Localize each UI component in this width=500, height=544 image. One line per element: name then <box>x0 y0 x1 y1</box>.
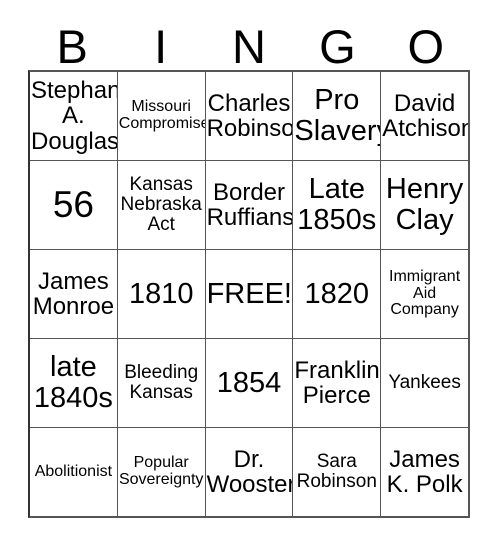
bingo-cell-label: Abolitionist <box>34 462 113 480</box>
bingo-cell-o5[interactable]: James K. Polk <box>381 428 468 516</box>
bingo-cell-g1[interactable]: Pro Slavery <box>293 72 382 160</box>
bingo-cell-b2[interactable]: 56 <box>30 161 118 249</box>
bingo-cell-n5[interactable]: Dr. Wooster <box>206 428 294 516</box>
bingo-cell-i3[interactable]: 1810 <box>118 250 206 338</box>
bingo-cell-o2[interactable]: Henry Clay <box>381 161 468 249</box>
bingo-header-letter-g: G <box>319 20 356 73</box>
bingo-cell-label: David Atchison <box>382 89 468 142</box>
bingo-row: late 1840s Bleeding Kansas 1854 Franklin… <box>30 339 468 428</box>
bingo-row: 56 Kansas Nebraska Act Border Ruffians L… <box>30 161 468 250</box>
bingo-cell-g5[interactable]: Sara Robinson <box>293 428 382 516</box>
bingo-cell-o4[interactable]: Yankees <box>381 339 468 427</box>
bingo-cell-b5[interactable]: Abolitionist <box>30 428 118 516</box>
bingo-row: Stephan A. Douglas Missouri Compromise C… <box>30 72 468 161</box>
bingo-cell-label: late 1840s <box>33 351 113 414</box>
bingo-header-letter-i: I <box>154 20 168 73</box>
bingo-card: B I N G O Stephan A. Douglas Missouri Co… <box>0 0 500 544</box>
bingo-row: Abolitionist Popular Sovereignty Dr. Woo… <box>30 428 468 516</box>
bingo-cell-label: James K. Polk <box>386 445 463 498</box>
bingo-cell-i4[interactable]: Bleeding Kansas <box>118 339 206 427</box>
bingo-cell-label: Dr. Wooster <box>206 445 294 498</box>
bingo-header: B I N G O <box>28 14 470 70</box>
bingo-cell-i5[interactable]: Popular Sovereignty <box>118 428 206 516</box>
bingo-header-letter-o: O <box>407 20 445 73</box>
bingo-cell-b4[interactable]: late 1840s <box>30 339 118 427</box>
bingo-cell-o1[interactable]: David Atchison <box>381 72 468 160</box>
bingo-cell-label: 1820 <box>304 277 370 310</box>
bingo-cell-label: Missouri Compromise <box>118 98 206 132</box>
bingo-cell-label: Henry Clay <box>385 173 464 236</box>
bingo-cell-g2[interactable]: Late 1850s <box>293 161 382 249</box>
bingo-cell-free-space[interactable]: FREE! <box>206 250 294 338</box>
bingo-cell-i1[interactable]: Missouri Compromise <box>118 72 206 160</box>
bingo-cell-n4[interactable]: 1854 <box>206 339 294 427</box>
bingo-cell-label: Border Ruffians <box>206 178 294 231</box>
bingo-cell-label: Kansas Nebraska Act <box>120 173 202 236</box>
bingo-cell-o3[interactable]: Immigrant Aid Company <box>381 250 468 338</box>
bingo-grid: Stephan A. Douglas Missouri Compromise C… <box>28 70 470 518</box>
bingo-cell-label: Immigrant Aid Company <box>389 267 461 319</box>
bingo-cell-label: Franklin Pierce <box>294 356 380 409</box>
bingo-cell-label: Pro Slavery <box>294 84 380 147</box>
bingo-cell-label: Popular Sovereignty <box>118 454 204 488</box>
bingo-cell-g4[interactable]: Franklin Pierce <box>293 339 382 427</box>
bingo-cell-label: Charles Robinson <box>206 89 294 142</box>
bingo-header-letter-n: N <box>232 20 266 73</box>
bingo-free-space-label: FREE! <box>206 277 292 310</box>
bingo-cell-label: Late 1850s <box>297 173 377 236</box>
bingo-cell-g3[interactable]: 1820 <box>293 250 382 338</box>
bingo-cell-b3[interactable]: James Monroe <box>30 250 118 338</box>
bingo-cell-label: Stephan A. Douglas <box>31 76 118 155</box>
bingo-cell-label: 1810 <box>128 277 194 310</box>
bingo-cell-label: Sara Robinson <box>296 450 377 492</box>
bingo-cell-label: Yankees <box>388 371 461 393</box>
bingo-cell-label: 1854 <box>216 366 282 399</box>
bingo-cell-label: James Monroe <box>32 267 115 320</box>
bingo-cell-n2[interactable]: Border Ruffians <box>206 161 294 249</box>
bingo-cell-label: 56 <box>52 184 94 226</box>
bingo-cell-n1[interactable]: Charles Robinson <box>206 72 294 160</box>
bingo-cell-label: Bleeding Kansas <box>124 361 199 403</box>
bingo-cell-i2[interactable]: Kansas Nebraska Act <box>118 161 206 249</box>
bingo-cell-b1[interactable]: Stephan A. Douglas <box>30 72 118 160</box>
bingo-header-letter-b: B <box>56 20 88 73</box>
bingo-row: James Monroe 1810 FREE! 1820 Immigrant A… <box>30 250 468 339</box>
